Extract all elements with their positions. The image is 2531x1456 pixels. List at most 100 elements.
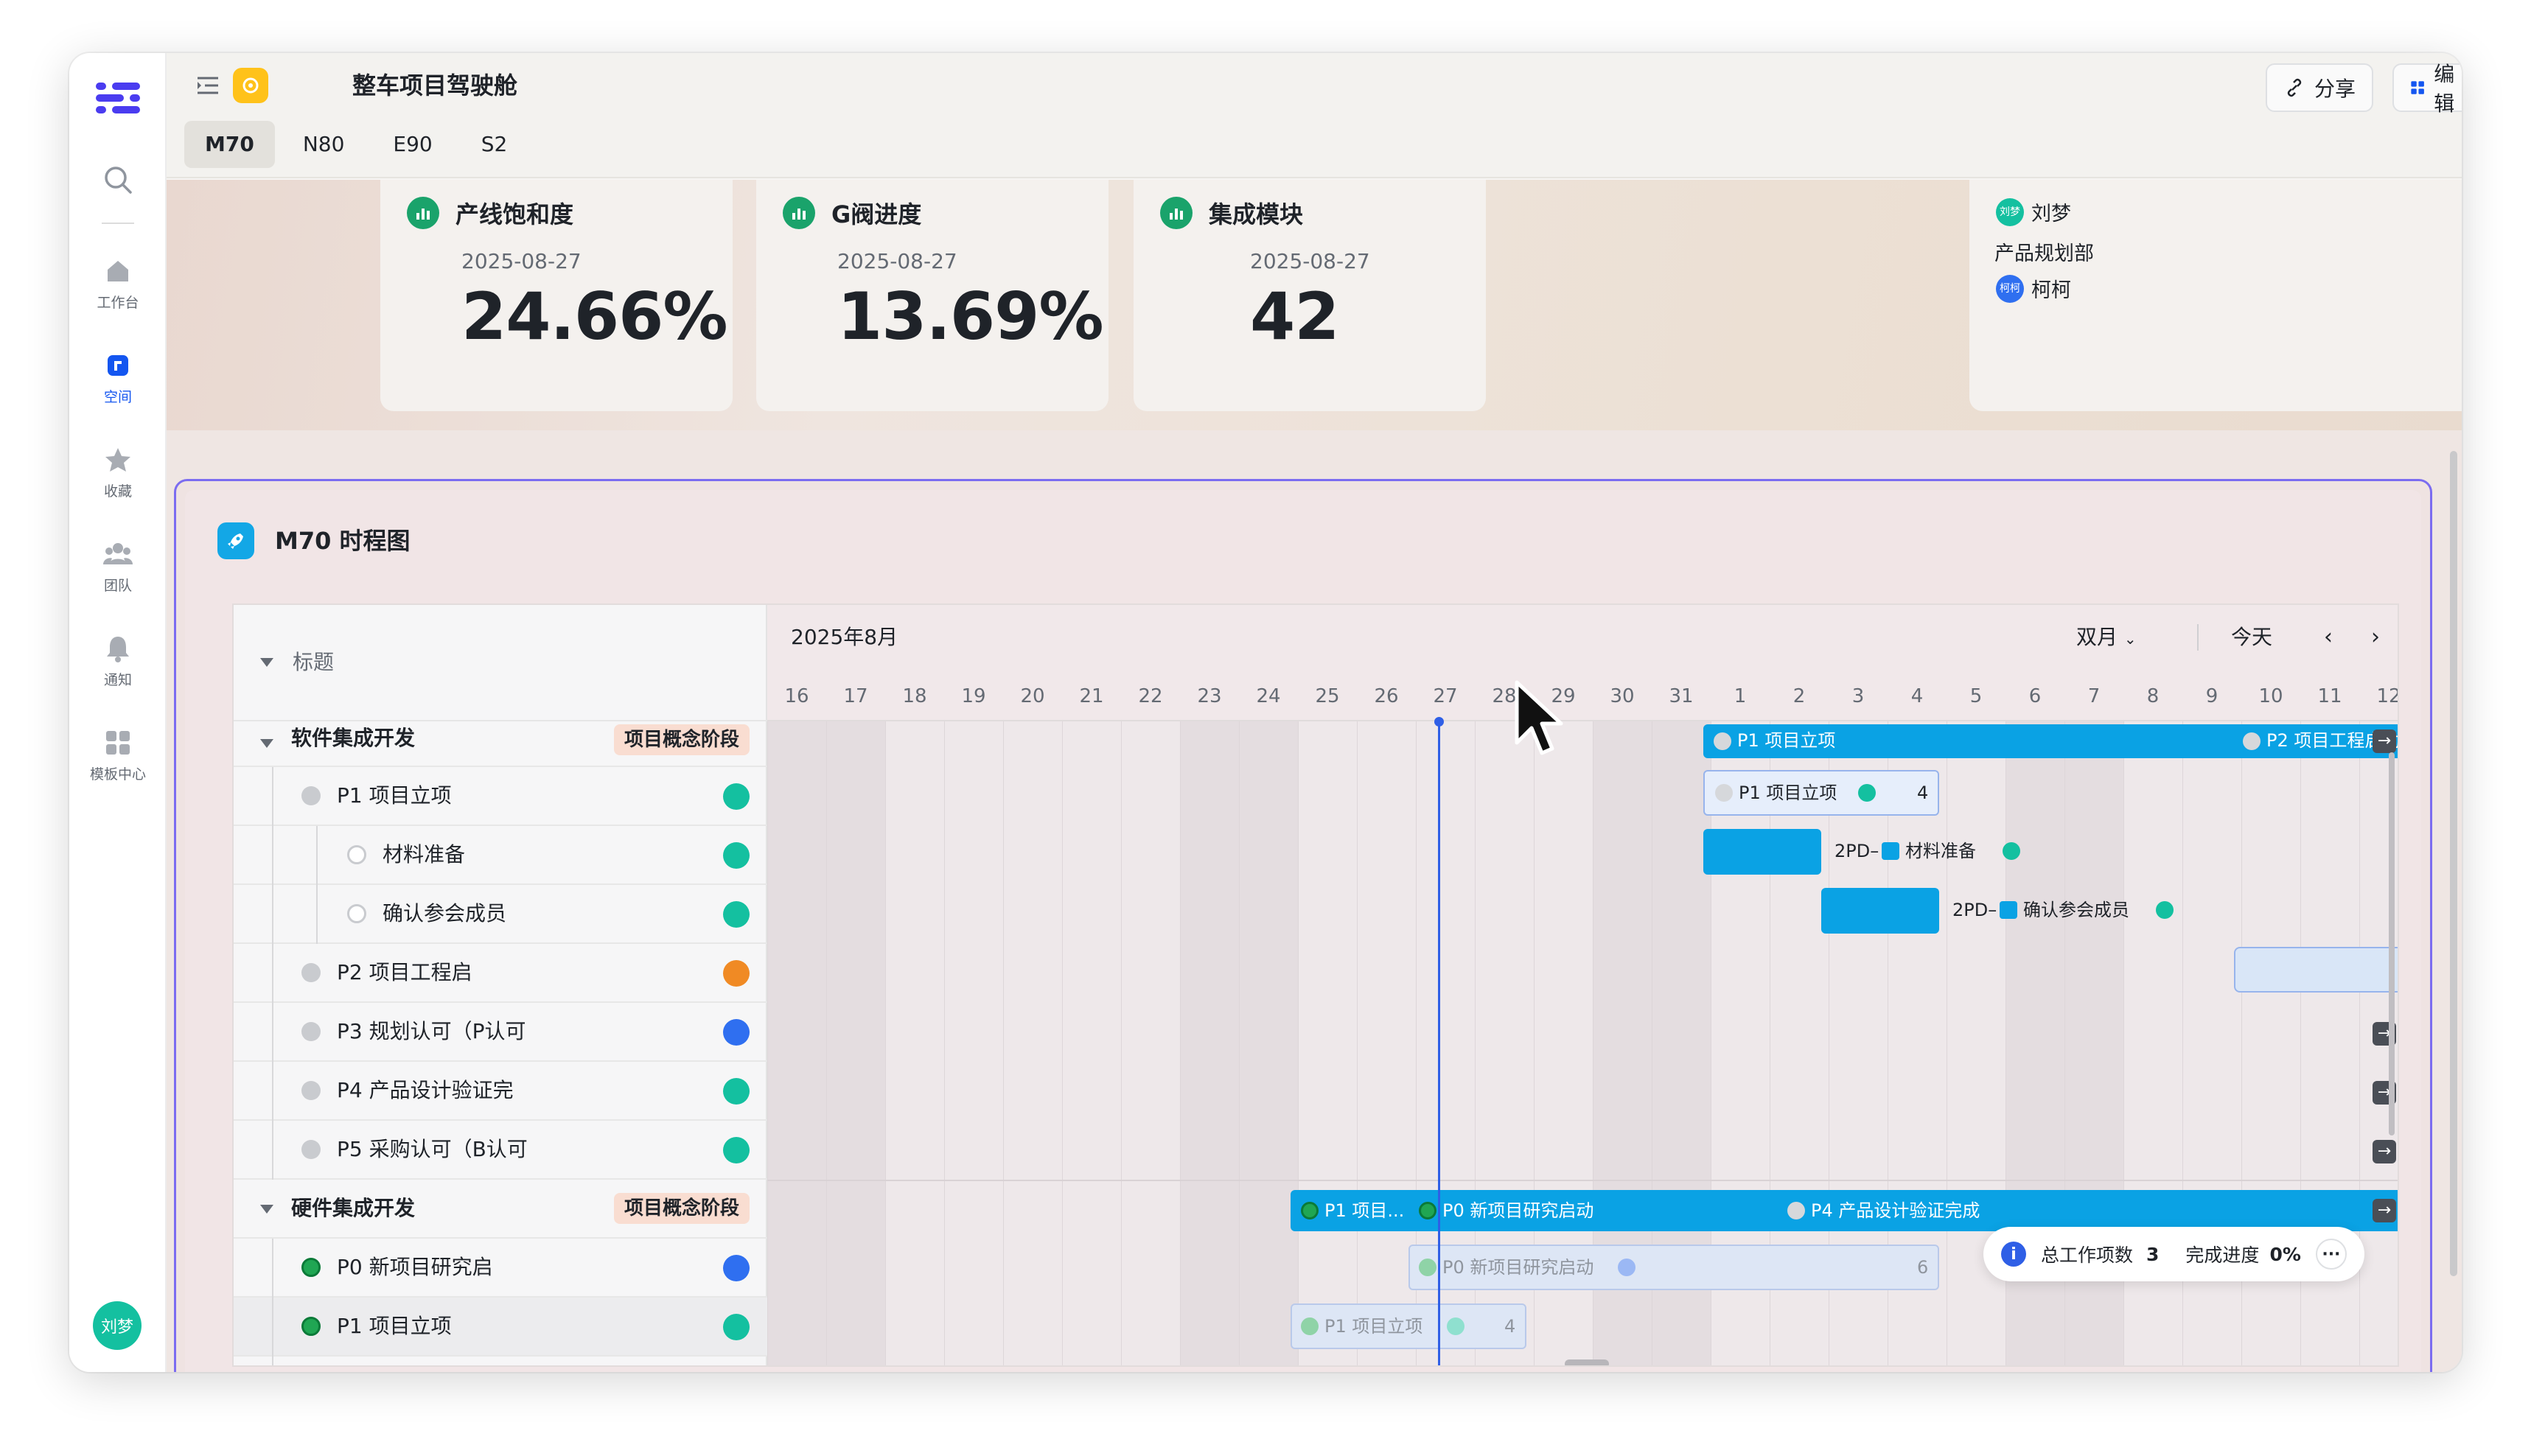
next-arrow-icon[interactable]: › — [2371, 623, 2380, 652]
assignee-avatar[interactable] — [723, 1137, 750, 1163]
edit-button[interactable]: 编辑 — [2392, 62, 2462, 116]
task-row[interactable]: P4 产品设计验证完 — [234, 1062, 767, 1121]
task-row[interactable]: 确认参会成员 — [234, 885, 767, 944]
status-dot[interactable] — [301, 786, 321, 805]
assignee-avatar[interactable] — [1447, 1317, 1465, 1335]
milestone-dot[interactable] — [1715, 784, 1733, 802]
tree-guide — [272, 1239, 273, 1365]
tab-m70[interactable]: M70 — [184, 121, 275, 168]
dependency-label: 2PD– — [1952, 900, 1997, 920]
today-button[interactable]: 今天 — [2231, 623, 2272, 652]
day-tick: 24 — [1256, 685, 1281, 707]
phase-tag: 项目概念阶段 — [613, 724, 750, 755]
gantt-block[interactable]: M70 时程图 标题 软件集成开发 项目概念阶段 P1 项目立项 材料准备 确认… — [174, 479, 2432, 1372]
status-dot[interactable] — [301, 1081, 321, 1100]
milestone-dot[interactable] — [1301, 1317, 1319, 1335]
page-title: 整车项目驾驶舱 — [352, 71, 518, 99]
assignee-avatar[interactable] — [723, 901, 750, 928]
collapse-caret-icon[interactable] — [260, 739, 273, 748]
task-row[interactable]: P1 项目立项 — [234, 767, 767, 826]
user-avatar[interactable]: 刘梦 — [93, 1301, 142, 1350]
metric-card-line-saturation[interactable]: 产线饱和度 2025-08-27 24.66% — [380, 180, 733, 411]
bar-label: P0 新项目研究启动 — [1442, 1200, 1594, 1221]
task-row[interactable]: 材料准备 — [234, 826, 767, 885]
task-bar-p2[interactable] — [2234, 947, 2398, 993]
task-list: 标题 软件集成开发 项目概念阶段 P1 项目立项 材料准备 确认参会成员 P2 … — [234, 605, 767, 1365]
milestone-dot[interactable] — [1419, 1202, 1436, 1219]
jump-arrow-icon[interactable]: → — [2373, 729, 2396, 753]
status-dot[interactable] — [347, 845, 366, 864]
task-row[interactable]: P5 采购认可（B认可 — [234, 1121, 767, 1180]
day-column — [767, 721, 826, 1365]
status-dot[interactable] — [301, 1022, 321, 1041]
assignee-avatar[interactable] — [723, 960, 750, 987]
assignee-avatar[interactable] — [1618, 1259, 1635, 1276]
collapse-caret-icon[interactable] — [260, 1205, 273, 1214]
sidebar-toggle-icon[interactable] — [195, 72, 221, 99]
assignee-avatar[interactable] — [1858, 784, 1876, 802]
metric-card-g-gate[interactable]: G阀进度 2025-08-27 13.69% — [756, 180, 1109, 411]
tab-n80[interactable]: N80 — [282, 121, 366, 168]
task-bar-members[interactable] — [1821, 888, 1939, 934]
person-row[interactable]: 柯柯 柯柯 — [1996, 274, 2071, 303]
tab-e90[interactable]: E90 — [372, 121, 453, 168]
rail-item-workbench[interactable]: 工作台 — [69, 256, 167, 312]
template-icon — [106, 731, 130, 755]
horizontal-scrollbar[interactable] — [1565, 1359, 1609, 1365]
rail-item-team[interactable]: 团队 — [69, 539, 167, 595]
status-dot[interactable] — [301, 1258, 321, 1277]
share-button[interactable]: 分享 — [2266, 63, 2374, 112]
task-row[interactable]: P3 规划认可（P认可 — [234, 1003, 767, 1062]
assignee-avatar[interactable] — [723, 1019, 750, 1046]
column-title: 标题 — [293, 650, 335, 674]
app-window: 工作台 空间 收藏 团队 通知 模板中心 刘梦 整车项目驾驶舱 分享 编辑 M7… — [69, 53, 2462, 1372]
metric-title: G阀进度 — [831, 200, 922, 228]
task-row-group[interactable]: 软件集成开发 项目概念阶段 — [234, 721, 767, 767]
chevron-down-icon: ⌄ — [2123, 630, 2137, 648]
jump-arrow-icon[interactable]: → — [2373, 1140, 2396, 1163]
status-dot[interactable] — [301, 963, 321, 982]
search-icon[interactable] — [102, 164, 134, 196]
milestone-dot[interactable] — [1301, 1202, 1319, 1219]
task-row[interactable]: P2 项目工程启 — [234, 944, 767, 1003]
app-logo-icon[interactable] — [96, 78, 140, 119]
assignee-avatar[interactable] — [723, 842, 750, 869]
day-tick: 4 — [1910, 685, 1924, 707]
task-label: 确认参会成员 — [383, 901, 507, 925]
milestone-dot[interactable] — [1787, 1202, 1805, 1219]
milestone-dot[interactable] — [1714, 732, 1731, 750]
task-row[interactable]: P0 新项目研究启 — [234, 1239, 767, 1298]
task-row[interactable]: P1 项目立项 — [234, 1298, 767, 1357]
person-row[interactable]: 刘梦 刘梦 — [1996, 197, 2071, 226]
task-list-header[interactable]: 标题 — [234, 605, 767, 721]
status-dot[interactable] — [301, 1140, 321, 1159]
day-column — [1062, 721, 1121, 1365]
collapse-caret-icon[interactable] — [260, 658, 273, 667]
rail-item-notifications[interactable]: 通知 — [69, 634, 167, 689]
tab-s2[interactable]: S2 — [461, 121, 528, 168]
total-label: 总工作项数 — [2041, 1245, 2134, 1266]
task-bar-materials[interactable] — [1703, 829, 1821, 875]
assignee-avatar[interactable] — [723, 1078, 750, 1105]
task-row-group[interactable]: 硬件集成开发 项目概念阶段 — [234, 1180, 767, 1239]
milestone-dot[interactable] — [2243, 732, 2261, 750]
assignee-avatar[interactable] — [2003, 842, 2020, 860]
status-dot[interactable] — [301, 1317, 321, 1336]
assignee-avatar[interactable] — [723, 1255, 750, 1281]
range-selector[interactable]: 双月 ⌄ — [2076, 623, 2137, 654]
page-scrollbar[interactable] — [2450, 451, 2457, 1276]
assignee-avatar[interactable] — [723, 1314, 750, 1340]
day-tick: 30 — [1610, 685, 1635, 707]
milestone-dot[interactable] — [1419, 1259, 1436, 1276]
assignee-avatar[interactable] — [723, 783, 750, 810]
more-icon[interactable]: ··· — [2315, 1239, 2347, 1270]
prev-arrow-icon[interactable]: ‹ — [2324, 623, 2333, 652]
jump-arrow-icon[interactable]: → — [2373, 1199, 2396, 1222]
status-dot[interactable] — [347, 904, 366, 923]
vertical-scrollbar[interactable] — [2389, 752, 2395, 1135]
rail-item-templates[interactable]: 模板中心 — [69, 728, 167, 783]
rail-item-space[interactable]: 空间 — [69, 351, 167, 406]
assignee-avatar[interactable] — [2156, 901, 2174, 919]
metric-card-integration-module[interactable]: 集成模块 2025-08-27 42 — [1134, 180, 1486, 411]
rail-item-favorites[interactable]: 收藏 — [69, 445, 167, 500]
